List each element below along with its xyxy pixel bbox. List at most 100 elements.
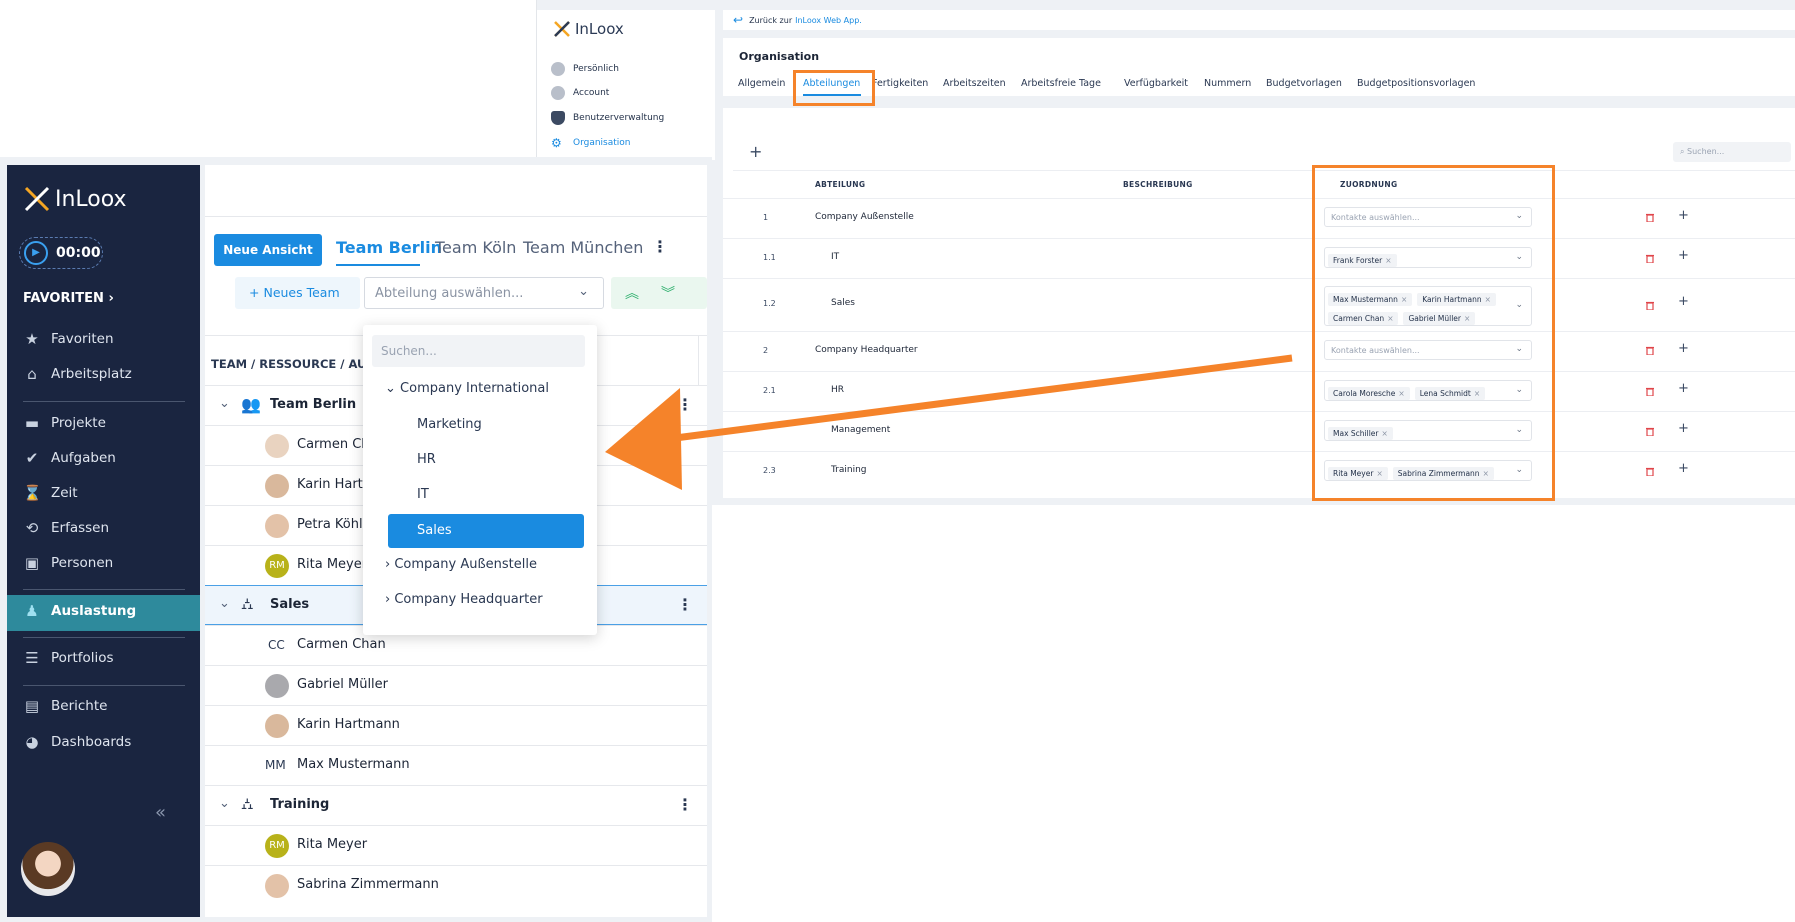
more-options-icon[interactable]: ⋮	[652, 237, 668, 256]
nav-personen[interactable]: ▣ Personen	[23, 554, 113, 572]
more-options-icon[interactable]: ⋮	[677, 595, 693, 614]
expand-all-icon[interactable]: ︾	[661, 286, 697, 302]
member-name: Carmen Ch	[297, 437, 370, 452]
dropdown-item-hr[interactable]: HR	[417, 452, 436, 467]
more-options-icon[interactable]: ⋮	[677, 395, 693, 414]
row-number: 2.3	[763, 466, 776, 475]
member-row[interactable]: Karin Hartmann	[205, 705, 707, 745]
collapse-all-icon[interactable]: ︽	[625, 286, 661, 302]
tab-arbeitszeiten[interactable]: Arbeitszeiten	[943, 78, 1006, 89]
back-text: Zurück zur	[749, 15, 793, 25]
new-view-button[interactable]: Neue Ansicht	[214, 234, 322, 266]
favorites-header[interactable]: FAVORITEN ›	[23, 291, 114, 306]
department-row[interactable]: 1 Company Außenstelle Kontakte auswählen…	[723, 198, 1795, 238]
delete-icon[interactable]	[1646, 301, 1654, 310]
department-row[interactable]: 1.2 Sales Max Mustermann × Karin Hartmann ×…	[723, 278, 1795, 331]
department-row[interactable]: 2.1 HR Carola Moresche × Lena Schmidt × ⌄ +	[723, 371, 1795, 411]
add-department-plus-icon[interactable]: +	[749, 142, 762, 161]
tab-arbeitsfreie-tage[interactable]: Arbeitsfreie Tage	[1021, 78, 1101, 89]
member-avatar	[265, 674, 289, 698]
add-subdepartment-plus-icon[interactable]: +	[1678, 208, 1689, 223]
more-options-icon[interactable]: ⋮	[677, 795, 693, 814]
expand-collapse-buttons[interactable]: ︽︾	[611, 277, 707, 309]
dropdown-item-company-aussenstelle[interactable]: › Company Außenstelle	[385, 557, 537, 572]
chevron-down-icon[interactable]: ⌄	[219, 796, 230, 811]
member-row[interactable]: RM Rita Meyer	[205, 825, 707, 865]
departments-table: + ⌕ Suchen... ABTEILUNG BESCHREIBUNG ZUO…	[723, 108, 1795, 498]
timer-widget[interactable]: ▶ 00:00	[19, 237, 103, 269]
play-icon[interactable]: ▶	[24, 241, 48, 265]
dropdown-item-it[interactable]: IT	[417, 487, 429, 502]
nav-label: Erfassen	[51, 520, 110, 536]
globe-icon	[551, 86, 565, 100]
nav-zeit[interactable]: ⌛ Zeit	[23, 484, 78, 502]
tab-allgemein[interactable]: Allgemein	[738, 78, 785, 89]
member-row[interactable]: Gabriel Müller	[205, 665, 707, 705]
tab-budgetpositionsvorlagen[interactable]: Budgetpositionsvorlagen	[1357, 78, 1475, 89]
delete-icon[interactable]	[1646, 467, 1654, 476]
user-avatar[interactable]	[21, 842, 75, 896]
add-subdepartment-plus-icon[interactable]: +	[1678, 294, 1689, 309]
dropdown-item-marketing[interactable]: Marketing	[417, 417, 482, 432]
settings-nav-account[interactable]: Account	[551, 86, 609, 100]
column-header-beschreibung: BESCHREIBUNG	[1123, 180, 1193, 189]
department-row[interactable]: 2.3 Training Rita Meyer × Sabrina Zimmerma…	[723, 451, 1795, 491]
collapse-sidebar-icon[interactable]: «	[155, 802, 166, 823]
nav-auslastung[interactable]: ♟ Auslastung	[23, 602, 136, 620]
dropdown-item-company-headquarter[interactable]: › Company Headquarter	[385, 592, 543, 607]
tab-budgetvorlagen[interactable]: Budgetvorlagen	[1266, 78, 1342, 89]
add-subdepartment-plus-icon[interactable]: +	[1678, 421, 1689, 436]
settings-nav-benutzerverwaltung[interactable]: Benutzerverwaltung	[551, 111, 664, 125]
add-subdepartment-plus-icon[interactable]: +	[1678, 341, 1689, 356]
new-team-button[interactable]: + Neues Team	[235, 277, 360, 309]
nav-favoriten[interactable]: ★ Favoriten	[23, 330, 113, 348]
back-arrow-icon[interactable]: ↩	[733, 13, 743, 27]
organisation-header: Organisation Allgemein Abteilungen Ferti…	[723, 38, 1795, 96]
settings-nav-persoenlich[interactable]: Persönlich	[551, 62, 619, 76]
add-subdepartment-plus-icon[interactable]: +	[1678, 381, 1689, 396]
delete-icon[interactable]	[1646, 427, 1654, 436]
view-tab-team-muenchen[interactable]: Team München	[523, 238, 643, 257]
nav-label: Arbeitsplatz	[51, 366, 132, 382]
tab-fertigkeiten[interactable]: Fertigkeiten	[872, 78, 928, 89]
view-tab-team-koeln[interactable]: Team Köln	[435, 238, 516, 257]
chevron-down-icon[interactable]: ⌄	[219, 596, 230, 611]
member-initials-avatar: RM	[265, 834, 289, 858]
nav-erfassen[interactable]: ⟲ Erfassen	[23, 519, 109, 537]
view-tab-team-berlin[interactable]: Team Berlin	[336, 238, 442, 257]
department-row[interactable]: 2 Company Headquarter Kontakte auswählen…	[723, 331, 1795, 371]
delete-icon[interactable]	[1646, 254, 1654, 263]
settings-sidebar: InLoox Persönlich Account Benutzerverwal…	[537, 10, 715, 160]
delete-icon[interactable]	[1646, 213, 1654, 222]
chevron-down-icon[interactable]: ⌄	[219, 396, 230, 411]
dropdown-item-sales[interactable]: Sales	[417, 523, 452, 538]
nav-berichte[interactable]: ▤ Berichte	[23, 697, 108, 715]
nav-arbeitsplatz[interactable]: ⌂ Arbeitsplatz	[23, 365, 132, 383]
department-search-input[interactable]: ⌕ Suchen...	[1673, 142, 1791, 162]
add-subdepartment-plus-icon[interactable]: +	[1678, 248, 1689, 263]
divider	[23, 401, 185, 402]
tab-verfuegbarkeit[interactable]: Verfügbarkeit	[1124, 78, 1188, 89]
item-label: Company International	[400, 381, 549, 396]
nav-portfolios[interactable]: ☰ Portfolios	[23, 649, 113, 667]
member-row[interactable]: Sabrina Zimmermann	[205, 865, 707, 905]
delete-icon[interactable]	[1646, 387, 1654, 396]
divider	[23, 685, 185, 686]
clock-edit-icon: ⟲	[25, 519, 39, 537]
group-row-training[interactable]: ⌄ ⛼ Training ⋮	[205, 785, 707, 825]
favorites-header-label: FAVORITEN	[23, 291, 104, 306]
back-link[interactable]: InLoox Web App.	[795, 16, 862, 25]
nav-dashboards[interactable]: ◕ Dashboards	[23, 733, 131, 751]
nav-aufgaben[interactable]: ✔ Aufgaben	[23, 449, 116, 467]
settings-nav-organisation[interactable]: ⚙ Organisation	[551, 136, 631, 150]
dropdown-search-input[interactable]: Suchen...	[372, 335, 585, 367]
department-row[interactable]: Management Max Schiller × ⌄ +	[723, 411, 1795, 451]
dropdown-item-company-international[interactable]: ⌄ Company International	[385, 381, 549, 396]
delete-icon[interactable]	[1646, 346, 1654, 355]
department-select[interactable]: Abteilung auswählen... ⌄	[364, 277, 604, 309]
nav-projekte[interactable]: ▬ Projekte	[23, 414, 106, 432]
member-row[interactable]: MM Max Mustermann	[205, 745, 707, 785]
tab-nummern[interactable]: Nummern	[1204, 78, 1251, 89]
add-subdepartment-plus-icon[interactable]: +	[1678, 461, 1689, 476]
department-row[interactable]: 1.1 IT Frank Forster × ⌄ +	[723, 238, 1795, 278]
